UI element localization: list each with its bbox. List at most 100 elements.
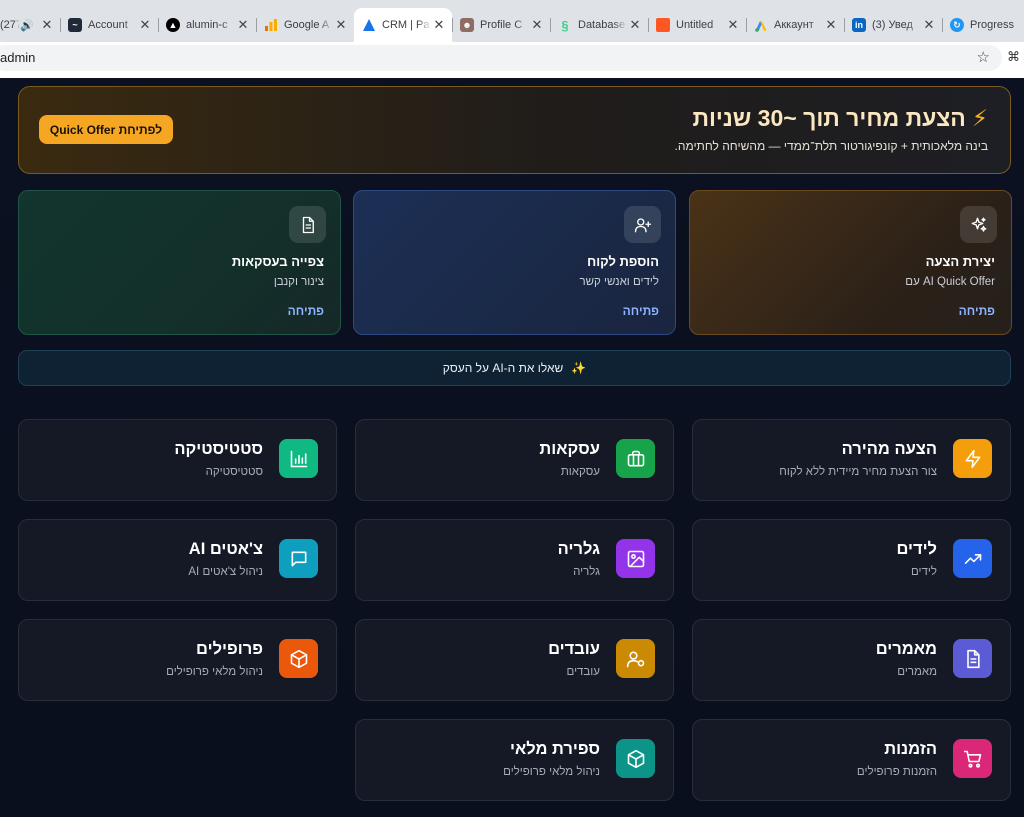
image-icon [616, 539, 655, 578]
tab-title: Untitled [676, 19, 714, 31]
briefcase-icon [616, 439, 655, 478]
analytics-icon [264, 18, 278, 32]
tab-title: Profile C [480, 19, 523, 31]
tab-title: Аккаунт [774, 19, 814, 31]
quick-card-subtitle: לידים ואנשי קשר [579, 276, 659, 288]
account-icon: ~ [68, 18, 82, 32]
module-subtitle: עובדים [566, 666, 601, 678]
module-card-quick-offer[interactable]: הצעה מהירה צור הצעת מחיר מיידית ללא לקוח [692, 419, 1011, 501]
quick-card-open-link[interactable]: פתיחה [959, 304, 995, 318]
ads-icon [754, 18, 768, 32]
database-icon: § [561, 17, 569, 33]
ask-ai-bar[interactable]: ✨ שאלו את ה-AI על העסק [18, 350, 1011, 386]
extension-icon[interactable]: ⌘ [1007, 49, 1020, 65]
close-icon[interactable]: ✕ [334, 17, 348, 33]
banner-title-text: הצעת מחיר תוך ~30 שניות [692, 105, 966, 131]
zap-icon [953, 439, 992, 478]
browser-tab[interactable]: Google A ✕ [256, 8, 354, 42]
quick-card-title: הוספת לקוח [587, 254, 659, 269]
quick-card-add-customer[interactable]: הוספת לקוח לידים ואנשי קשר פתיחה [353, 190, 676, 335]
module-title: צ'אטים AI [188, 540, 263, 558]
quick-card-create-offer[interactable]: יצירת הצעה AI Quick Offer עם פתיחה [689, 190, 1012, 335]
tab-title: (277) [0, 19, 20, 31]
module-card-gallery[interactable]: גלריה גלריה [355, 519, 674, 601]
close-icon[interactable]: ✕ [530, 17, 544, 33]
close-icon[interactable]: ✕ [628, 17, 642, 33]
module-subtitle: עסקאות [560, 466, 600, 478]
module-card-employees[interactable]: עובדים עובדים [355, 619, 674, 701]
quick-offer-banner: ⚡הצעת מחיר תוך ~30 שניות בינה מלאכותית +… [18, 86, 1011, 174]
speaker-icon: 🔊 [20, 19, 34, 32]
quick-card-title: צפייה בעסקאות [231, 254, 324, 269]
module-subtitle: מאמרים [897, 666, 937, 678]
module-card-leads[interactable]: לידים לידים [692, 519, 1011, 601]
module-subtitle: ניהול מלאי פרופילים [166, 666, 263, 678]
module-title: מאמרים [875, 640, 937, 658]
module-title: הצעה מהירה [841, 440, 937, 458]
browser-tab[interactable]: ▲ alumin-c ✕ [158, 8, 256, 42]
close-icon[interactable]: ✕ [40, 17, 54, 33]
url-field[interactable]: admin [0, 45, 1002, 71]
browser-tab[interactable]: § Database ✕ [550, 8, 648, 42]
browser-tab[interactable]: Untitled ✕ [648, 8, 746, 42]
tab-title: CRM | Pa [382, 19, 430, 31]
cart-icon [953, 739, 992, 778]
open-quick-offer-button[interactable]: לפתיחת Quick Offer [39, 115, 173, 144]
tab-title: (3) Увед [872, 19, 913, 31]
document-icon [953, 639, 992, 678]
dashboard-page: ⚡הצעת מחיר תוך ~30 שניות בינה מלאכותית +… [0, 78, 1024, 817]
progress-icon: ↻ [950, 18, 964, 32]
quick-card-open-link[interactable]: פתיחה [623, 304, 659, 318]
module-card-deals[interactable]: עסקאות עסקאות [355, 419, 674, 501]
module-card-ai-chats[interactable]: צ'אטים AI ניהול צ'אטים AI [18, 519, 337, 601]
message-square-icon [279, 539, 318, 578]
module-subtitle: סטטיסטיקה [205, 466, 263, 478]
quick-card-subtitle: צינור וקנבן [273, 276, 324, 288]
module-title: עובדים [548, 640, 600, 658]
module-title: הזמנות [884, 740, 937, 758]
module-title: פרופילים [196, 640, 263, 658]
crm-icon [362, 18, 376, 32]
browser-tab-active[interactable]: CRM | Pa ✕ [354, 8, 452, 42]
quick-card-title: יצירת הצעה [925, 254, 995, 269]
file-text-icon [289, 206, 326, 243]
profile-icon: ☻ [460, 18, 474, 32]
quick-card-open-link[interactable]: פתיחה [288, 304, 324, 318]
box-icon [279, 639, 318, 678]
ask-ai-label: שאלו את ה-AI על העסק [442, 361, 564, 375]
close-icon[interactable]: ✕ [726, 17, 740, 33]
module-title: סטטיסטיקה [174, 440, 263, 458]
browser-tab-strip: (277) 🔊 ✕ ~ Account ✕ ▲ alumin-c ✕ Googl… [0, 0, 1024, 42]
browser-tab[interactable]: in (3) Увед ✕ [844, 8, 942, 42]
browser-tab[interactable]: (277) 🔊 ✕ [0, 8, 60, 42]
tab-title: Progress [970, 19, 1015, 31]
module-card-orders[interactable]: הזמנות הזמנות פרופילים [692, 719, 1011, 801]
close-icon[interactable]: ✕ [432, 17, 446, 33]
module-subtitle: לידים [910, 566, 937, 578]
banner-subtitle: בינה מלאכותית + קונפיגורטור תלת־ממדי — מ… [674, 139, 989, 153]
module-subtitle: ניהול מלאי פרופילים [503, 766, 600, 778]
module-card-statistics[interactable]: סטטיסטיקה סטטיסטיקה [18, 419, 337, 501]
close-icon[interactable]: ✕ [236, 17, 250, 33]
browser-tab[interactable]: Аккаунт ✕ [746, 8, 844, 42]
triangle-icon: ▲ [166, 18, 180, 32]
module-subtitle: הזמנות פרופילים [856, 766, 937, 778]
address-bar: admin ☆ ⌘ [0, 42, 1024, 74]
bolt-icon: ⚡ [971, 105, 988, 131]
module-title: ספירת מלאי [509, 740, 600, 758]
quick-card-view-deals[interactable]: צפייה בעסקאות צינור וקנבן פתיחה [18, 190, 341, 335]
module-card-inventory-count[interactable]: ספירת מלאי ניהול מלאי פרופילים [355, 719, 674, 801]
module-subtitle: צור הצעת מחיר מיידית ללא לקוח [779, 466, 937, 478]
module-card-articles[interactable]: מאמרים מאמרים [692, 619, 1011, 701]
module-card-profiles[interactable]: פרופילים ניהול מלאי פרופילים [18, 619, 337, 701]
bookmark-star-icon[interactable]: ☆ [977, 48, 990, 66]
browser-tab[interactable]: ~ Account ✕ [60, 8, 158, 42]
close-icon[interactable]: ✕ [138, 17, 152, 33]
close-icon[interactable]: ✕ [824, 17, 838, 33]
doc-icon [656, 18, 670, 32]
browser-tab[interactable]: ↻ Progress [942, 8, 1024, 42]
banner-title: ⚡הצעת מחיר תוך ~30 שניות [692, 105, 988, 132]
browser-tab[interactable]: ☻ Profile C ✕ [452, 8, 550, 42]
user-plus-icon [624, 206, 661, 243]
close-icon[interactable]: ✕ [922, 17, 936, 33]
